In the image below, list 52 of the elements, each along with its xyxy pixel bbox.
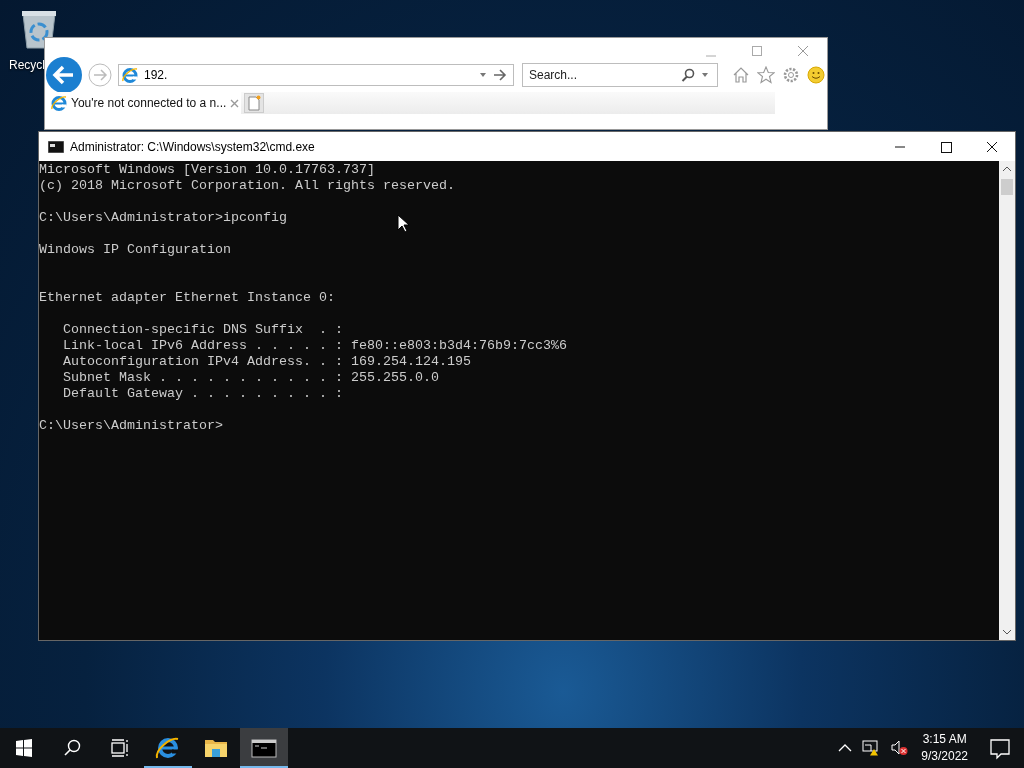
dropdown-icon[interactable] (701, 72, 709, 78)
console-icon (251, 739, 277, 758)
address-field[interactable]: 192. (118, 64, 514, 86)
network-warning-icon[interactable] (862, 740, 881, 756)
show-hidden-icons-button[interactable] (838, 743, 853, 753)
maximize-icon (941, 141, 952, 153)
console-line: Ethernet adapter Ethernet Instance 0: (39, 290, 335, 306)
console-line: Microsoft Windows [Version 10.0.17763.737] (39, 162, 375, 178)
search-field[interactable]: Search... (522, 63, 718, 87)
console-line: Autoconfiguration IPv4 Address. . : 169.254.124.195 (62, 354, 471, 370)
minimize-icon (894, 146, 906, 147)
smiley-icon[interactable] (807, 66, 825, 84)
speaker-muted-icon[interactable] (890, 740, 909, 756)
task-view-icon (111, 739, 128, 757)
scrollbar-thumb[interactable] (1001, 179, 1013, 195)
star-icon[interactable] (757, 66, 775, 84)
console-line: (c) 2018 Microsoft Corporation. All rights reserved. (39, 178, 455, 194)
scrollbar[interactable] (999, 161, 1015, 640)
console-line: Connection-specific DNS Suffix . : (62, 322, 343, 338)
folder-icon (205, 740, 227, 757)
windows-logo-icon (16, 739, 32, 757)
go-arrow-icon[interactable] (493, 69, 507, 81)
close-icon (797, 45, 809, 57)
dropdown-icon[interactable] (479, 72, 487, 78)
clock[interactable]: 3:15 AM 9/3/2022 (913, 728, 976, 768)
settings-icon[interactable] (782, 66, 800, 84)
console-line: Default Gateway . . . . . . . . . : (62, 386, 343, 402)
browser-icon (51, 95, 67, 111)
console-line: Link-local IPv6 Address . . . . . : fe80::e803:b3d4:76b9:7cc3%6 (62, 338, 567, 354)
browser-icon (122, 67, 138, 83)
console-button[interactable] (240, 728, 288, 768)
browser-icon (155, 737, 179, 759)
close-icon (986, 141, 998, 152)
mouse-pointer-icon (397, 214, 409, 233)
console-line: Windows IP Configuration (39, 242, 231, 258)
minimize-icon (705, 55, 717, 57)
search-icon[interactable] (681, 68, 695, 82)
search-icon (64, 739, 81, 756)
speech-bubble-icon (990, 739, 1010, 760)
close-tab-icon[interactable] (230, 98, 240, 108)
address-text: 192. (144, 68, 169, 82)
console-line: Subnet Mask . . . . . . . . . . . : 255.255.0.0 (62, 370, 439, 386)
console-line: C:\Users\Administrator> (39, 418, 223, 434)
browser-tab[interactable]: You're not connected to a n... (45, 92, 241, 114)
maximize-icon (752, 46, 762, 56)
console-icon (48, 140, 64, 153)
window-title: Administrator: C:\Windows\system32\cmd.exe (70, 139, 316, 154)
home-icon[interactable] (732, 66, 750, 84)
back-button[interactable] (46, 57, 82, 93)
recycle-bin-icon[interactable] (19, 8, 59, 50)
console-line: C:\Users\Administrator>ipconfig (39, 210, 287, 226)
desktop-icon-label[interactable]: Recycl (9, 58, 45, 72)
